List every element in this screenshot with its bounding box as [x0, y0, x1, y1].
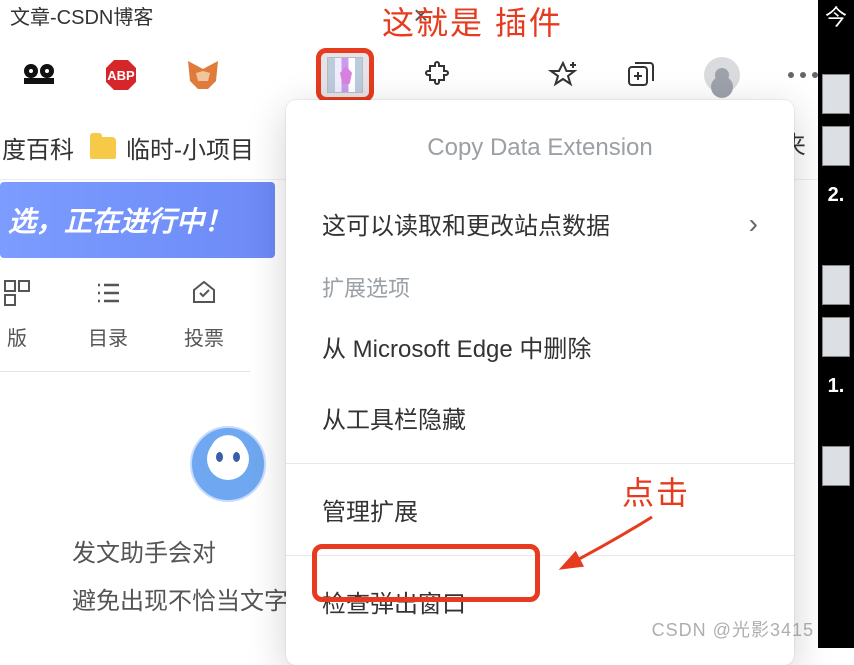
menu-label: 这可以读取和更改站点数据: [322, 206, 610, 241]
menu-divider: [286, 555, 794, 556]
menu-read-change-site-data[interactable]: 这可以读取和更改站点数据 ›: [286, 188, 794, 259]
menu-label: 从工具栏隐藏: [322, 400, 466, 435]
extension-context-menu: Copy Data Extension 这可以读取和更改站点数据 › 扩展选项 …: [286, 100, 794, 665]
collections-icon[interactable]: [626, 57, 656, 93]
thumbnail[interactable]: [822, 446, 850, 486]
menu-label: 检查弹出窗口: [322, 584, 466, 619]
tool-template[interactable]: 版: [2, 278, 32, 351]
tool-label: 版: [7, 322, 27, 351]
extensions-puzzle-icon[interactable]: [422, 57, 452, 93]
thumbnail[interactable]: [822, 265, 850, 305]
sidebar-dark-strip: 今 2. 1.: [818, 0, 854, 648]
copy-data-extension-icon: [327, 57, 363, 93]
bookmark-label: 度百科: [2, 130, 74, 165]
bookmark-baike[interactable]: 度百科: [2, 130, 74, 165]
menu-divider: [286, 463, 794, 464]
strip-number: 2.: [828, 172, 845, 219]
svg-text:ABP: ABP: [107, 68, 135, 83]
strip-number: 1.: [828, 363, 845, 410]
tool-toc[interactable]: 目录: [88, 278, 128, 351]
context-menu-title: Copy Data Extension: [286, 128, 794, 188]
thumbnail[interactable]: [822, 126, 850, 166]
menu-label: 从 Microsoft Edge 中删除: [322, 329, 591, 364]
menu-remove-from-edge[interactable]: 从 Microsoft Edge 中删除: [286, 311, 794, 382]
bookmark-folder-temp[interactable]: 临时-小项目: [90, 130, 254, 165]
profile-avatar-icon[interactable]: [704, 57, 740, 93]
highlighted-extension-button[interactable]: [316, 48, 374, 102]
menu-label: 管理扩展: [322, 492, 418, 527]
assistant-avatar: [190, 426, 266, 502]
thumbnail[interactable]: [822, 74, 850, 114]
extension-icon-1[interactable]: [22, 57, 56, 93]
favorites-star-icon[interactable]: [548, 57, 578, 93]
more-menu-icon[interactable]: [788, 57, 818, 93]
watermark-text: CSDN @光影3415: [652, 616, 814, 642]
tab-title: 文章-CSDN博客: [10, 1, 153, 30]
annotation-arrow-icon: [552, 512, 662, 582]
annotation-click: 点击: [622, 468, 690, 514]
folder-icon: [90, 137, 116, 159]
menu-manage-extensions[interactable]: 管理扩展: [286, 474, 794, 545]
tool-label: 投票: [184, 322, 224, 351]
bookmark-label: 临时-小项目: [126, 130, 254, 165]
adblock-icon[interactable]: ABP: [104, 57, 138, 93]
article-tool-row: 版 目录 投票: [0, 258, 250, 372]
tool-label: 目录: [88, 322, 128, 351]
annotation-top: 这就是 插件: [382, 0, 563, 44]
chevron-right-icon: ›: [749, 208, 758, 240]
thumbnail[interactable]: [822, 317, 850, 357]
tool-vote[interactable]: 投票: [184, 278, 224, 351]
promo-banner: 选，正在进行中！: [0, 182, 275, 258]
metamask-icon[interactable]: [186, 57, 220, 93]
menu-section-header: 扩展选项: [286, 259, 794, 311]
menu-hide-from-toolbar[interactable]: 从工具栏隐藏: [286, 382, 794, 453]
